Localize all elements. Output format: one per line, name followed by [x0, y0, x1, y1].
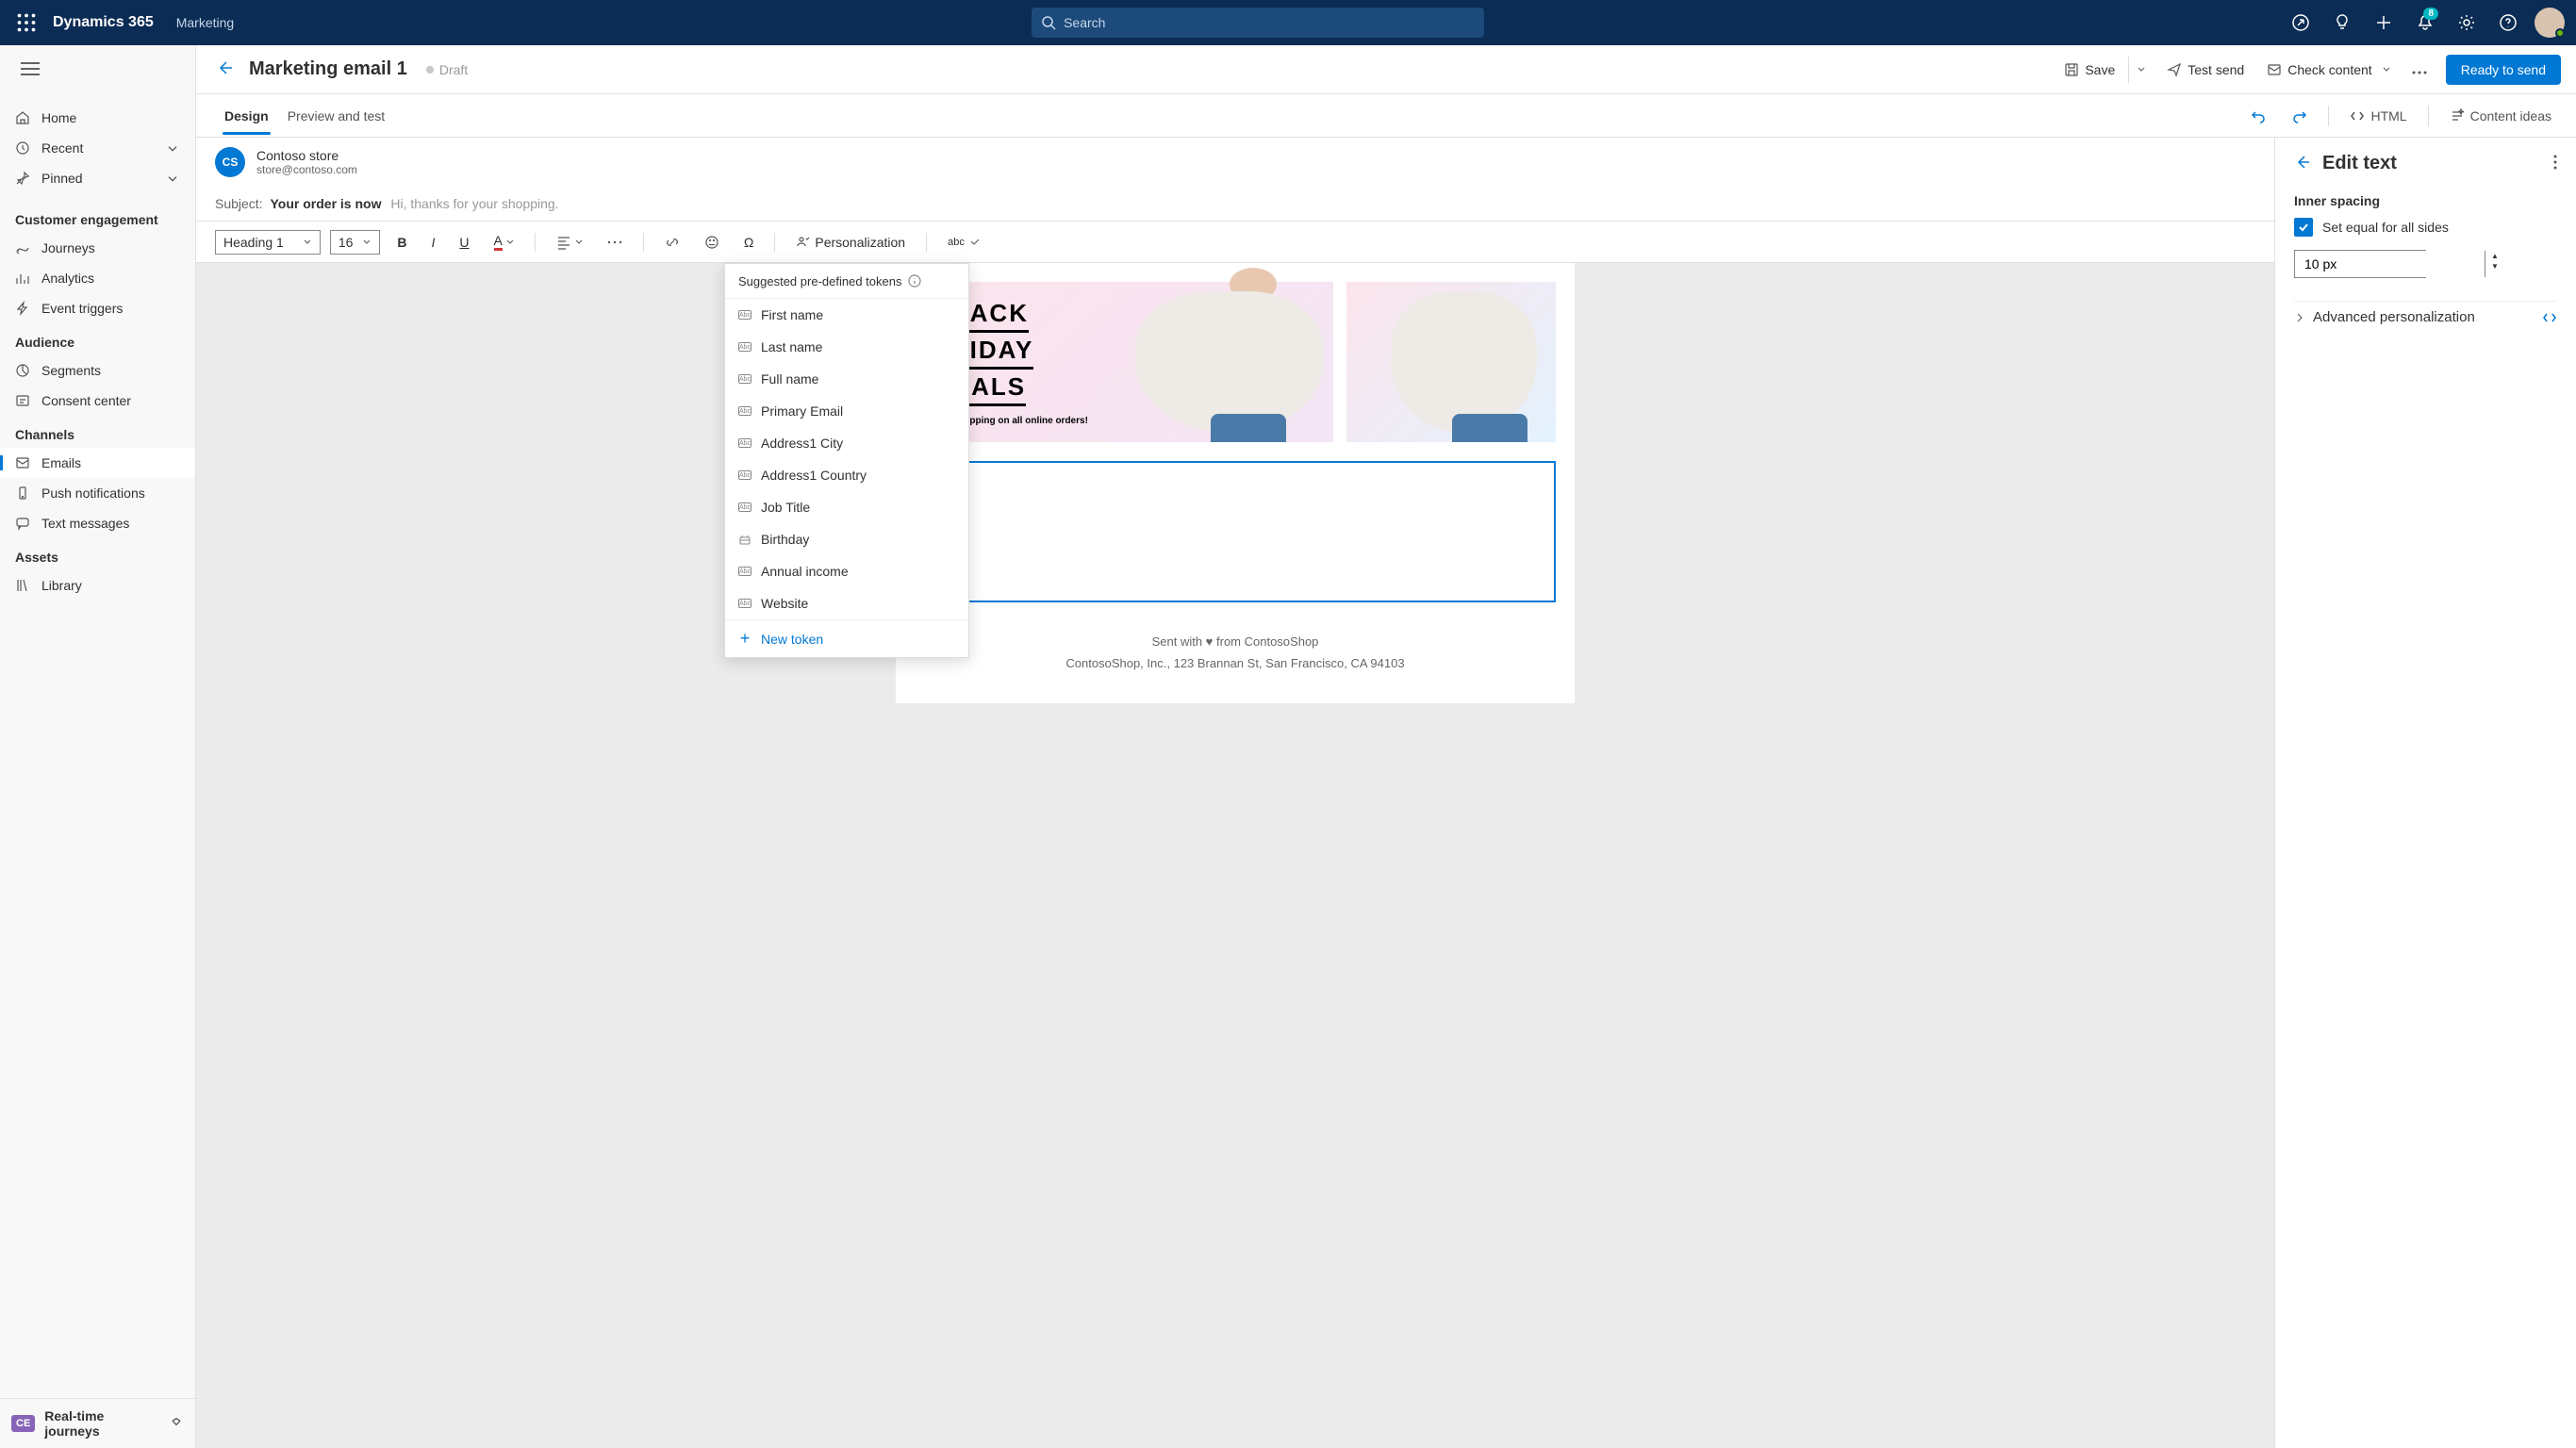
page-title: Marketing email 1	[249, 58, 407, 80]
code-icon[interactable]	[2542, 310, 2557, 325]
symbol-button[interactable]: Ω	[736, 229, 761, 255]
spin-down[interactable]: ▼	[2485, 261, 2504, 272]
emoji-button[interactable]	[697, 229, 727, 255]
help-icon[interactable]	[2489, 4, 2527, 41]
panel-title: Edit text	[2322, 153, 2542, 174]
save-button[interactable]: Save	[2055, 57, 2124, 83]
html-button[interactable]: HTML	[2344, 103, 2412, 129]
nav-pinned[interactable]: Pinned	[0, 163, 195, 193]
chevron-right-icon	[2294, 312, 2305, 323]
info-icon[interactable]	[907, 273, 922, 288]
search-placeholder: Search	[1064, 15, 1105, 30]
token-item-6[interactable]: AbcJob Title	[725, 491, 968, 523]
token-item-1[interactable]: AbcLast name	[725, 331, 968, 363]
equal-sides-checkbox[interactable]	[2294, 218, 2313, 237]
align-button[interactable]	[549, 229, 590, 255]
section-channels: Channels	[0, 416, 195, 448]
nav-emails[interactable]: Emails	[0, 448, 195, 478]
tab-preview[interactable]: Preview and test	[278, 97, 395, 135]
subject-field[interactable]: Subject: Your order is now Hi, thanks fo…	[196, 187, 2274, 222]
settings-icon[interactable]	[2448, 4, 2485, 41]
tab-design[interactable]: Design	[215, 97, 278, 135]
text-content[interactable]: Hi	[932, 478, 1539, 493]
fontcolor-button[interactable]: A	[487, 227, 521, 256]
token-menu-header: Suggested pre-defined tokens	[725, 264, 968, 299]
section-customer-engagement: Customer engagement	[0, 201, 195, 233]
token-item-7[interactable]: Birthday	[725, 523, 968, 555]
nav-consent-center[interactable]: Consent center	[0, 386, 195, 416]
app-launcher-icon[interactable]	[8, 13, 45, 32]
check-content-button[interactable]: Check content	[2257, 57, 2401, 83]
nav-text-messages[interactable]: Text messages	[0, 508, 195, 538]
area-switcher[interactable]: CE Real-time journeys	[0, 1398, 195, 1448]
redo-button[interactable]	[2287, 103, 2313, 129]
hero-image-right[interactable]	[1346, 282, 1556, 442]
token-item-2[interactable]: AbcFull name	[725, 363, 968, 395]
notifications-icon[interactable]: 8	[2406, 4, 2444, 41]
fontsize-select[interactable]: 16	[330, 230, 381, 255]
nav-home[interactable]: Home	[0, 103, 195, 133]
hero-image-left[interactable]: BLACK FRIDAY DEALS Free shipping on all …	[915, 282, 1333, 442]
module-label: Marketing	[176, 15, 234, 30]
nav-library[interactable]: Library	[0, 570, 195, 601]
add-icon[interactable]	[2365, 4, 2403, 41]
spellcheck-button[interactable]: abc	[940, 231, 987, 254]
share-icon[interactable]	[2282, 4, 2320, 41]
content-ideas-button[interactable]: Content ideas	[2444, 103, 2557, 129]
token-item-0[interactable]: AbcFirst name	[725, 299, 968, 331]
equal-sides-label: Set equal for all sides	[2322, 220, 2449, 235]
undo-button[interactable]	[2245, 103, 2271, 129]
heading-select[interactable]: Heading 1	[215, 230, 321, 255]
ready-to-send-button[interactable]: Ready to send	[2446, 55, 2561, 85]
save-dropdown[interactable]	[2128, 57, 2154, 83]
token-item-3[interactable]: AbcPrimary Email	[725, 395, 968, 427]
section-audience: Audience	[0, 323, 195, 355]
test-send-button[interactable]: Test send	[2157, 57, 2254, 83]
spacing-value[interactable]	[2295, 251, 2485, 277]
nav-journeys[interactable]: Journeys	[0, 233, 195, 263]
nav-segments[interactable]: Segments	[0, 355, 195, 386]
link-button[interactable]	[657, 229, 687, 255]
text-block[interactable]: Text Hi	[915, 461, 1556, 602]
search-input[interactable]: Search	[1032, 8, 1484, 38]
bold-button[interactable]: B	[389, 229, 414, 255]
hamburger-icon[interactable]	[13, 55, 182, 86]
more-actions-button[interactable]	[2404, 57, 2435, 83]
nav-push-notifications[interactable]: Push notifications	[0, 478, 195, 508]
status-badge: Draft	[426, 62, 468, 77]
section-assets: Assets	[0, 538, 195, 570]
token-menu: Suggested pre-defined tokens AbcFirst na…	[724, 263, 969, 658]
panel-more-button[interactable]	[2553, 155, 2557, 173]
personalization-button[interactable]: Personalization	[788, 229, 913, 255]
token-item-4[interactable]: AbcAddress1 City	[725, 427, 968, 459]
advanced-personalization-accordion[interactable]: Advanced personalization	[2294, 301, 2557, 333]
new-token-button[interactable]: +New token	[725, 619, 968, 657]
lightbulb-icon[interactable]	[2323, 4, 2361, 41]
spin-up[interactable]: ▲	[2485, 251, 2504, 261]
sender-email[interactable]: store@contoso.com	[256, 163, 357, 176]
token-item-5[interactable]: AbcAddress1 Country	[725, 459, 968, 491]
back-button[interactable]	[211, 55, 238, 84]
brand-label: Dynamics 365	[53, 14, 154, 31]
nav-event-triggers[interactable]: Event triggers	[0, 293, 195, 323]
italic-button[interactable]: I	[424, 229, 443, 255]
panel-back-button[interactable]	[2294, 154, 2311, 173]
token-item-9[interactable]: AbcWebsite	[725, 587, 968, 619]
token-item-8[interactable]: AbcAnnual income	[725, 555, 968, 587]
inner-spacing-label: Inner spacing	[2294, 193, 2557, 208]
nav-analytics[interactable]: Analytics	[0, 263, 195, 293]
footer-line-2: ContosoShop, Inc., 123 Brannan St, San F…	[896, 652, 1575, 674]
spacing-input[interactable]: ▲▼	[2294, 250, 2426, 278]
underline-button[interactable]: U	[452, 229, 476, 255]
nav-recent[interactable]: Recent	[0, 133, 195, 163]
sender-name[interactable]: Contoso store	[256, 148, 357, 163]
avatar[interactable]	[2531, 4, 2568, 41]
more-format-button[interactable]	[600, 235, 630, 250]
notification-badge: 8	[2423, 8, 2438, 20]
sender-avatar: CS	[215, 147, 245, 177]
footer-line-1: Sent with ♥ from ContosoShop	[896, 631, 1575, 652]
